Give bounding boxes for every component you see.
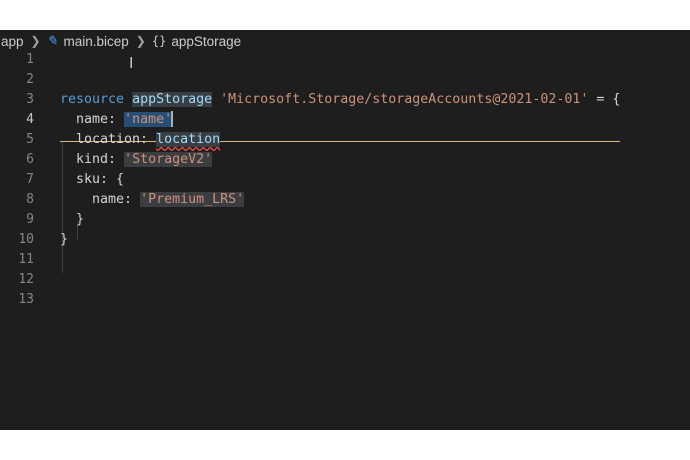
- resource-type-string: 'Microsoft.Storage/storageAccounts@2021-…: [220, 92, 589, 107]
- bicep-file-icon: ✎: [46, 33, 58, 48]
- line-number: 8: [26, 192, 34, 207]
- breadcrumb-folder[interactable]: app: [0, 34, 25, 49]
- keyword-resource: resource: [60, 92, 125, 107]
- property-location: location:: [76, 132, 157, 147]
- resource-open-brace: = {: [588, 92, 621, 107]
- code-line-10: }: [60, 230, 680, 250]
- line-number-active: 4: [26, 112, 34, 127]
- breadcrumb: app ❯ ✎ main.bicep ❯ {} appStorage: [0, 30, 690, 52]
- code-line-7: sku: {: [60, 170, 680, 190]
- property-name: name:: [76, 112, 125, 127]
- line-number: 7: [26, 172, 34, 187]
- string-name-selected: 'name': [124, 112, 173, 127]
- line-number: 13: [18, 292, 34, 307]
- line-number: 11: [18, 252, 34, 267]
- resource-symbol-name: appStorage: [132, 92, 213, 107]
- line-number: 12: [18, 272, 34, 287]
- breadcrumb-file[interactable]: main.bicep: [63, 34, 130, 49]
- line-number: 2: [26, 72, 34, 87]
- string-kind: 'StorageV2': [124, 152, 213, 167]
- chevron-right-icon: ❯: [135, 34, 146, 48]
- line-number: 10: [18, 232, 34, 247]
- line-number-gutter: 1 2 3 4 5 6 7 8 9 10 11 12 13: [0, 50, 40, 310]
- chevron-right-icon: ❯: [30, 34, 41, 48]
- close-brace: }: [60, 232, 69, 247]
- text-cursor: [171, 111, 174, 127]
- code-line-9: }: [60, 210, 680, 230]
- code-line-5: location: location: [60, 130, 680, 150]
- location-identifier-error: location: [156, 132, 221, 147]
- line-number: 1: [26, 52, 34, 67]
- code-line-4: name: 'name': [60, 110, 680, 130]
- property-sku-name: name:: [92, 192, 141, 207]
- code-line-8: name: 'Premium_LRS': [60, 190, 680, 210]
- code-line-3: resource appStorage 'Microsoft.Storage/s…: [60, 90, 680, 110]
- module-symbol-icon: {}: [151, 34, 167, 48]
- code-text-area[interactable]: resource appStorage 'Microsoft.Storage/s…: [60, 50, 680, 310]
- line-number: 9: [26, 212, 34, 227]
- line-number: 5: [26, 132, 34, 147]
- line-number: 6: [26, 152, 34, 167]
- breadcrumb-symbol[interactable]: appStorage: [170, 34, 242, 49]
- close-brace: }: [76, 212, 85, 227]
- code-editor[interactable]: app ❯ ✎ main.bicep ❯ {} appStorage I 1 2…: [0, 30, 690, 430]
- code-line-6: kind: 'StorageV2': [60, 150, 680, 170]
- string-sku-name: 'Premium_LRS': [140, 192, 245, 207]
- line-number: 3: [26, 92, 34, 107]
- property-kind: kind:: [76, 152, 125, 167]
- property-sku: sku: {: [76, 172, 125, 187]
